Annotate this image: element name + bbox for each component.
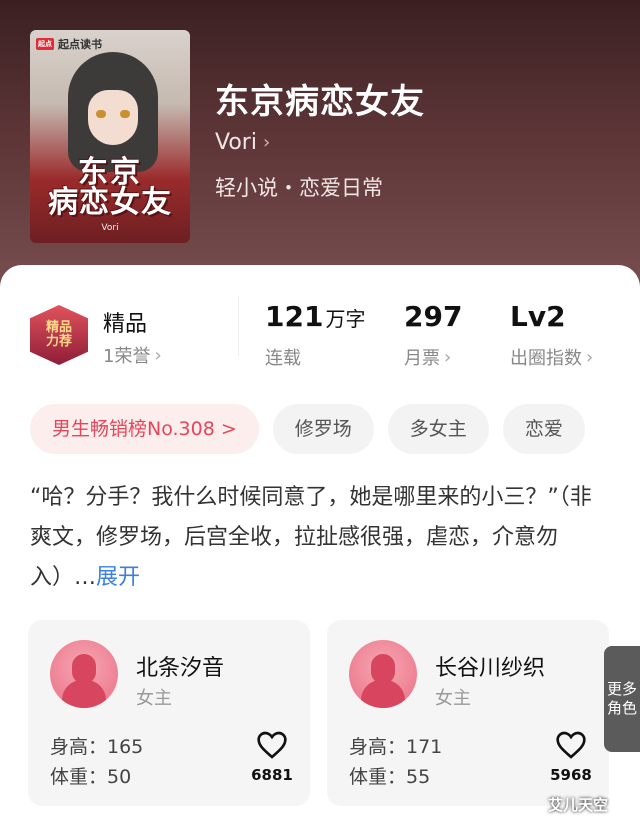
stats-divider xyxy=(238,296,239,356)
cover-brand-name: 起点读书 xyxy=(58,38,102,51)
word-count-unit: 万字 xyxy=(325,307,366,331)
influence-value: Lv2 xyxy=(510,300,566,333)
cover-title-line1: 东京 xyxy=(78,155,142,190)
monthly-tickets: 297 xyxy=(404,300,462,333)
cover-author: Vori xyxy=(101,223,119,233)
character-card[interactable]: 北条汐音 女主 身高：165 体重：50 6881 xyxy=(28,620,310,806)
word-count: 121 万字 xyxy=(265,300,365,333)
honor-count: 1荣誉 xyxy=(103,346,151,367)
watermark-text: 艾儿天空 xyxy=(548,796,609,814)
heart-icon[interactable] xyxy=(555,730,587,760)
character-height: 身高：165 xyxy=(50,736,144,758)
monthly-tickets-link[interactable]: 月票 › xyxy=(404,344,451,370)
more-roles-button[interactable]: 更多 角色 xyxy=(604,646,640,752)
like-count: 5968 xyxy=(550,766,592,784)
book-description: “哈？分手？我什么时候同意了，她是哪里来的小三？”（非爽文，修罗场，后宫全收，拉… xyxy=(30,478,608,598)
quality-label: 精品 xyxy=(103,312,148,337)
tag-item[interactable]: 多女主 xyxy=(387,404,489,454)
more-roles-label: 更多 角色 xyxy=(606,680,637,717)
tag-list: 男生畅销榜No.308 > 修罗场 多女主 恋爱 xyxy=(30,404,585,454)
character-card[interactable]: 长谷川纱织 女主 身高：171 体重：55 5968 xyxy=(327,620,609,806)
word-count-value: 121 xyxy=(265,300,324,333)
character-role: 女主 xyxy=(136,688,172,709)
cover-title-line2: 病恋女友 xyxy=(48,185,172,220)
honor-link[interactable]: 1荣誉 › xyxy=(103,342,162,368)
serial-status: 连载 xyxy=(265,344,301,370)
quality-badge-text: 精品 力荐 xyxy=(45,319,72,349)
monthly-tickets-label: 月票 xyxy=(404,348,440,369)
character-avatar xyxy=(50,640,118,708)
monthly-tickets-value: 297 xyxy=(404,300,463,333)
genre-text: 轻小说・恋爱日常 xyxy=(215,176,383,200)
influence-link[interactable]: 出圈指数 › xyxy=(510,344,593,370)
author-link[interactable]: Vori › xyxy=(215,130,270,155)
cover-face xyxy=(88,90,138,145)
character-weight: 体重：55 xyxy=(349,766,431,788)
heart-icon[interactable] xyxy=(256,730,288,760)
chevron-right-icon: › xyxy=(154,344,162,366)
character-name: 长谷川纱织 xyxy=(435,656,546,681)
tag-rank[interactable]: 男生畅销榜No.308 > xyxy=(30,404,259,454)
author-name: Vori xyxy=(215,130,257,155)
character-name: 北条汐音 xyxy=(136,656,225,681)
chevron-right-icon: › xyxy=(586,346,594,368)
character-role: 女主 xyxy=(435,688,471,709)
tag-item[interactable]: 恋爱 xyxy=(502,404,585,454)
influence-level: Lv2 xyxy=(510,300,566,333)
character-avatar xyxy=(349,640,417,708)
chevron-right-icon: › xyxy=(444,346,452,368)
like-count: 6881 xyxy=(251,766,293,784)
book-title: 东京病恋女友 xyxy=(215,82,425,122)
character-height: 身高：171 xyxy=(349,736,443,758)
cover-title-art: 东京 病恋女友 xyxy=(34,158,186,218)
character-weight: 体重：50 xyxy=(50,766,132,788)
book-cover[interactable]: 起点 起点读书 东京 病恋女友 Vori xyxy=(30,30,190,243)
serial-status-label: 连载 xyxy=(265,348,301,369)
cover-brand-badge: 起点 xyxy=(36,38,54,50)
cover-eye-right xyxy=(120,110,130,118)
influence-label: 出圈指数 xyxy=(510,348,582,369)
tag-item[interactable]: 修罗场 xyxy=(272,404,374,454)
cover-eye-left xyxy=(96,110,106,118)
cover-brand: 起点 起点读书 xyxy=(36,36,102,52)
expand-link[interactable]: 展开 xyxy=(96,565,140,590)
chevron-right-icon: › xyxy=(262,132,271,153)
